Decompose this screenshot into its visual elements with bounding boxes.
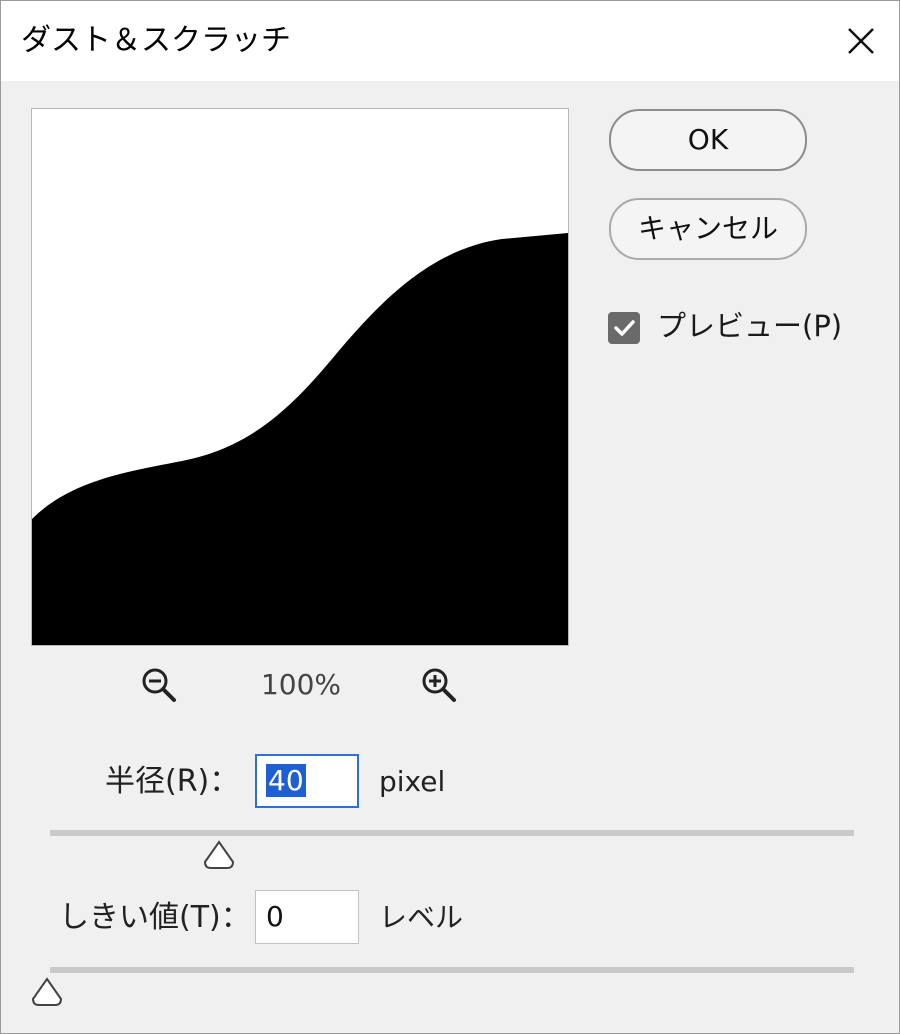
threshold-input[interactable]: 0 [255, 890, 359, 944]
dialog-title: ダスト＆スクラッチ [21, 23, 291, 58]
radius-input[interactable]: 40 [255, 754, 359, 808]
preview-checkbox[interactable] [608, 312, 640, 344]
zoom-level: 100% [260, 668, 342, 701]
radius-unit: pixel [379, 765, 446, 798]
threshold-value: 0 [266, 900, 284, 933]
zoom-in-icon[interactable] [419, 665, 459, 705]
threshold-label: しきい値(T)： [59, 900, 251, 935]
preview-image[interactable] [31, 108, 569, 646]
cancel-button[interactable]: キャンセル [609, 198, 807, 260]
checkmark-icon [614, 320, 635, 336]
threshold-slider-thumb[interactable] [30, 977, 64, 1007]
radius-value: 40 [266, 764, 306, 797]
radius-slider-thumb[interactable] [202, 840, 236, 870]
radius-slider[interactable] [50, 830, 854, 836]
dialog-window: ダスト＆スクラッチ OK キャンセル プレビュー(P) 100% 半径(R)： … [0, 0, 900, 1034]
ok-button[interactable]: OK [609, 109, 807, 171]
preview-checkbox-label[interactable]: プレビュー(P) [657, 306, 842, 346]
title-bar: ダスト＆スクラッチ [1, 1, 899, 81]
threshold-slider[interactable] [50, 967, 854, 973]
close-icon[interactable] [839, 19, 883, 63]
zoom-out-icon[interactable] [139, 665, 179, 705]
radius-label: 半径(R)： [105, 764, 240, 799]
threshold-unit: レベル [379, 901, 464, 934]
